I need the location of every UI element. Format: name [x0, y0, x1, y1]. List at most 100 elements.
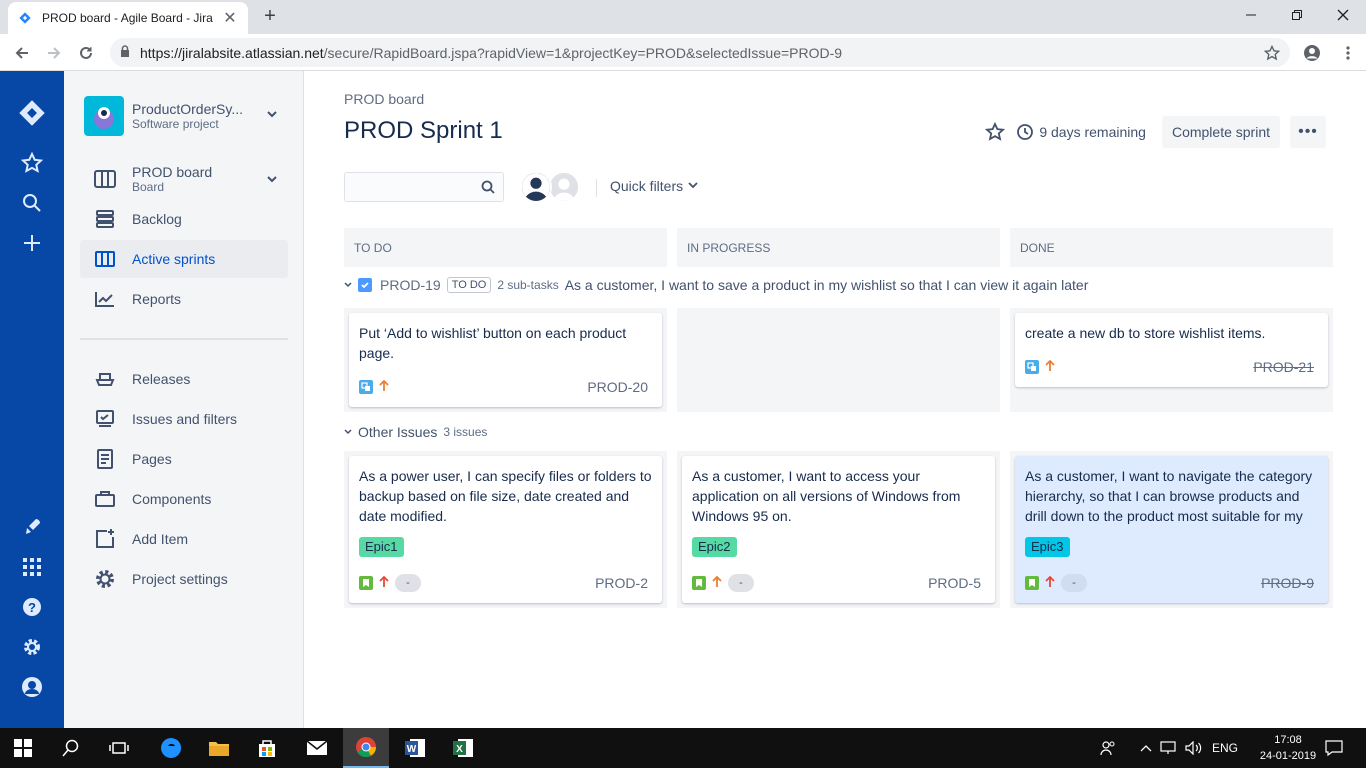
remaining-text: 9 days remaining: [1039, 124, 1146, 140]
settings-gear-icon[interactable]: [17, 632, 47, 662]
app-switcher-icon[interactable]: [17, 552, 47, 582]
address-bar[interactable]: https://jiralabsite.atlassian.net/secure…: [110, 38, 1290, 67]
mail-icon[interactable]: [294, 728, 340, 768]
network-icon[interactable]: [1160, 728, 1176, 768]
checkbox-icon: [358, 278, 372, 292]
restore-icon[interactable]: [1274, 0, 1320, 30]
user-avatar-icon[interactable]: [520, 171, 552, 203]
file-explorer-icon[interactable]: [196, 728, 242, 768]
board-chevron-down-icon[interactable]: [267, 176, 277, 187]
issue-card-prod-20[interactable]: Put ‘Add to wishlist’ button on each pro…: [349, 313, 662, 407]
complete-sprint-button[interactable]: Complete sprint: [1161, 116, 1280, 148]
sidebar-item-label: Backlog: [132, 211, 182, 227]
quick-filters-dropdown[interactable]: Quick filters: [610, 178, 698, 194]
issue-card-prod-5[interactable]: As a customer, I want to access your app…: [682, 456, 995, 603]
profile-avatar-icon[interactable]: [17, 672, 47, 702]
sidebar-item-active-sprints[interactable]: Active sprints: [80, 240, 288, 278]
issue-key[interactable]: PROD-21: [1253, 357, 1314, 377]
forward-icon[interactable]: [42, 41, 66, 65]
swimlane-header-other-issues[interactable]: Other Issues 3 issues: [344, 424, 493, 440]
sprint-remaining: 9 days remaining: [1017, 124, 1146, 140]
people-icon[interactable]: [1100, 728, 1116, 768]
sidebar-item-issues[interactable]: Issues and filters: [80, 400, 288, 438]
taskbar-clock[interactable]: 17:08 24-01-2019: [1258, 732, 1318, 764]
story-type-icon: [359, 576, 373, 590]
sidebar-item-releases[interactable]: Releases: [80, 360, 288, 398]
menu-kebab-icon[interactable]: [1336, 41, 1360, 65]
issue-key[interactable]: PROD-9: [1261, 573, 1314, 593]
jira-logo-icon[interactable]: [17, 98, 47, 128]
bookmark-star-icon[interactable]: [1260, 41, 1284, 65]
chrome-icon[interactable]: [343, 728, 389, 768]
board-search-input[interactable]: [344, 172, 504, 202]
taskbar-search-icon[interactable]: [48, 728, 94, 768]
board-switcher[interactable]: PROD board Board: [80, 159, 288, 199]
lane-todo: Put ‘Add to wishlist’ button on each pro…: [344, 308, 667, 412]
tab-close-icon[interactable]: ✕: [222, 8, 238, 28]
issue-key[interactable]: PROD-5: [928, 573, 981, 593]
tab-title: PROD board - Agile Board - Jira: [42, 11, 213, 25]
collapse-chevron-icon[interactable]: [344, 427, 352, 438]
collapse-chevron-icon[interactable]: [344, 280, 352, 291]
close-window-icon[interactable]: [1320, 0, 1366, 30]
reload-icon[interactable]: [74, 41, 98, 65]
language-indicator[interactable]: ENG: [1212, 728, 1238, 768]
rocket-icon[interactable]: [17, 512, 47, 542]
priority-high-icon: [379, 573, 389, 593]
notifications-icon[interactable]: [1325, 728, 1343, 768]
edge-browser-icon[interactable]: [148, 728, 194, 768]
sidebar-item-reports[interactable]: Reports: [80, 280, 288, 318]
project-chevron-down-icon[interactable]: [267, 111, 277, 122]
minimize-icon[interactable]: [1228, 0, 1274, 30]
store-icon[interactable]: [244, 728, 290, 768]
task-view-icon[interactable]: [96, 728, 142, 768]
browser-toolbar: https://jiralabsite.atlassian.net/secure…: [0, 34, 1366, 71]
project-header[interactable]: ProductOrderSy... Software project: [84, 96, 252, 136]
issue-key[interactable]: PROD-20: [587, 377, 648, 397]
search-icon[interactable]: [17, 188, 47, 218]
estimate-badge: -: [395, 574, 421, 592]
url-path: /secure/RapidBoard.jspa?rapidView=1&proj…: [323, 44, 843, 61]
clock-icon: [1017, 124, 1034, 140]
epic-label[interactable]: Epic3: [1025, 537, 1070, 557]
issue-card-prod-9[interactable]: As a customer, I want to navigate the ca…: [1015, 456, 1328, 603]
account-icon[interactable]: [1300, 41, 1324, 65]
estimate-badge: -: [728, 574, 754, 592]
epic-label[interactable]: Epic2: [692, 537, 737, 557]
sidebar-divider: [80, 338, 288, 340]
lock-icon: [120, 45, 130, 60]
issue-card-prod-2[interactable]: As a power user, I can specify files or …: [349, 456, 662, 603]
issue-key[interactable]: PROD-2: [595, 573, 648, 593]
sidebar-item-components[interactable]: Components: [80, 480, 288, 518]
starred-icon[interactable]: [17, 148, 47, 178]
browser-tab[interactable]: PROD board - Agile Board - Jira ✕: [8, 2, 248, 34]
chevron-up-icon[interactable]: [1140, 728, 1152, 768]
swimlane-header-prod-19[interactable]: PROD-19 TO DO 2 sub-tasks As a customer,…: [344, 277, 1088, 293]
sidebar-item-backlog[interactable]: Backlog: [80, 200, 288, 238]
parent-issue-key[interactable]: PROD-19: [380, 277, 441, 293]
more-actions-button[interactable]: •••: [1290, 116, 1326, 148]
windows-start-icon[interactable]: [0, 728, 46, 768]
help-icon[interactable]: ?: [17, 592, 47, 622]
epic-label[interactable]: Epic1: [359, 537, 404, 557]
chevron-down-icon: [688, 182, 698, 189]
new-tab-icon[interactable]: +: [260, 6, 280, 26]
breadcrumb[interactable]: PROD board: [344, 91, 424, 107]
star-icon[interactable]: [983, 120, 1007, 144]
sidebar-item-project-settings[interactable]: Project settings: [80, 560, 288, 598]
browser-tabbar: PROD board - Agile Board - Jira ✕ +: [0, 0, 1366, 34]
lane-in-progress: As a customer, I want to access your app…: [677, 451, 1000, 608]
excel-icon[interactable]: X: [440, 728, 486, 768]
create-icon[interactable]: [17, 228, 47, 258]
issue-card-prod-21[interactable]: create a new db to store wishlist items.…: [1015, 313, 1328, 387]
volume-icon[interactable]: [1185, 728, 1203, 768]
story-type-icon: [1025, 576, 1039, 590]
back-icon[interactable]: [10, 41, 34, 65]
page-icon: [94, 448, 116, 470]
unassigned-avatar-icon[interactable]: [548, 171, 580, 203]
sidebar-item-add-item[interactable]: Add Item: [80, 520, 288, 558]
priority-medium-icon: [379, 377, 389, 397]
sidebar-item-pages[interactable]: Pages: [80, 440, 288, 478]
ship-icon: [94, 368, 116, 390]
word-icon[interactable]: W: [392, 728, 438, 768]
